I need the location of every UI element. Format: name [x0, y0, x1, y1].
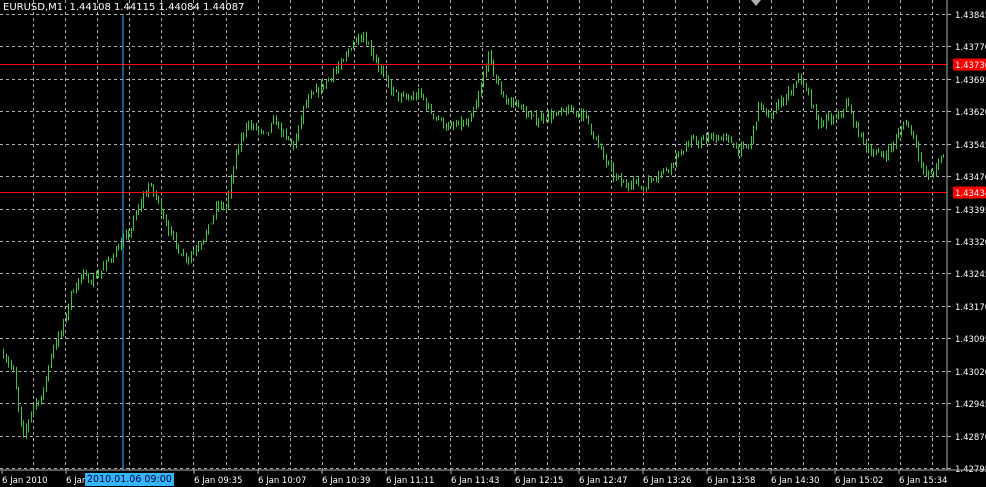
crosshair-time-label: 2010.01.06 09:00: [85, 473, 174, 486]
price-tick-label: 1.43020: [955, 368, 986, 378]
price-tick-label: 1.43545: [955, 141, 986, 151]
price-tick-label: 1.43095: [955, 335, 986, 345]
time-tick-label: 6 Jan 10:07: [258, 476, 306, 486]
time-tick-label: 6 Jan 14:30: [771, 476, 819, 486]
time-tick-label: 6 Jan 2010: [2, 476, 48, 486]
time-tick-label: 6 Jan 09:35: [194, 476, 242, 486]
price-tick-label: 1.43395: [955, 206, 986, 216]
time-tick-label: 6 Jan 15:02: [835, 476, 883, 486]
price-level-label: 1.43730: [955, 61, 986, 71]
price-tick-label: 1.43695: [955, 76, 986, 86]
symbol-info: EURUSD,M1 1.44108 1.44115 1.44084 1.4408…: [3, 2, 245, 13]
price-tick-label: 1.43245: [955, 270, 986, 280]
time-tick-label: 6 Jan 13:26: [643, 476, 691, 486]
price-tick-label: 1.43770: [955, 43, 986, 53]
price-tick-label: 1.43320: [955, 238, 986, 248]
time-tick-label: 6 Jan 12:47: [579, 476, 627, 486]
price-tick-label: 1.42945: [955, 400, 986, 410]
price-tick-label: 1.43620: [955, 108, 986, 118]
price-tick-label: 1.43845: [955, 11, 986, 21]
price-chart[interactable]: 1.43730 1.43434 1.43845 1.43770 1.43695 1.43…: [0, 0, 986, 487]
time-tick-label: 6 Jan 10:39: [322, 476, 370, 486]
time-tick-label: 6 Jan 11:11: [386, 476, 434, 486]
time-tick-label: 6 Jan 11:43: [451, 476, 499, 486]
time-tick-label: 6 Jan 13:58: [707, 476, 755, 486]
price-tick-label: 1.42870: [955, 433, 986, 443]
time-tick-label: 6 Jan 12:15: [515, 476, 563, 486]
price-level-label: 1.43434: [955, 189, 986, 199]
time-tick-label: 6 Jan 15:34: [899, 476, 947, 486]
price-tick-label: 1.43170: [955, 303, 986, 313]
price-tick-label: 1.43470: [955, 173, 986, 183]
